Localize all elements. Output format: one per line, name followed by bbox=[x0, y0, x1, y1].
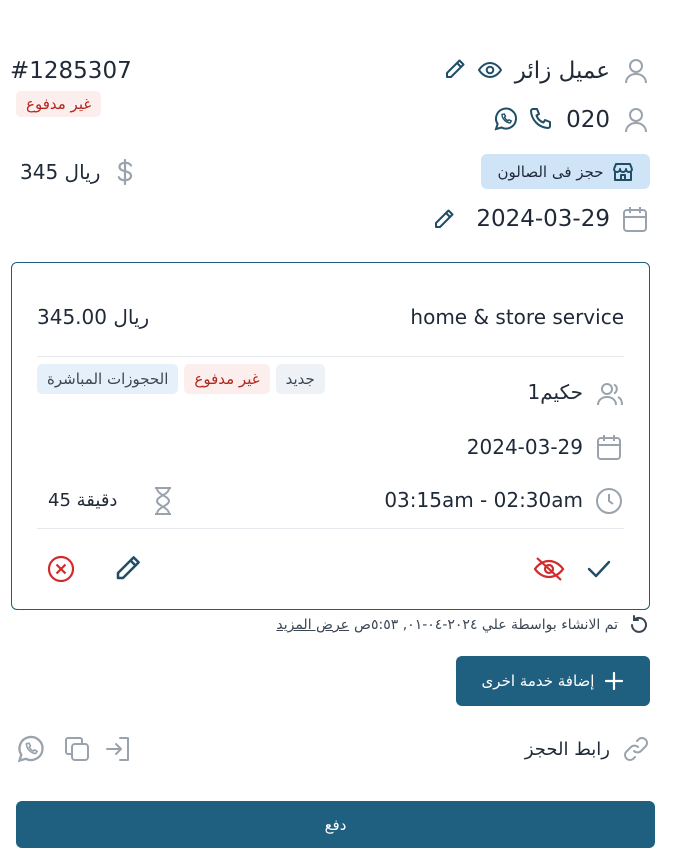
store-icon bbox=[612, 162, 634, 182]
customer-name: عميل زائر bbox=[514, 58, 610, 84]
show-more-link[interactable]: عرض المزيد bbox=[276, 617, 349, 633]
tag-unpaid: غير مدفوع bbox=[184, 364, 270, 394]
calendar-icon bbox=[622, 205, 648, 233]
phone-icon[interactable] bbox=[528, 107, 552, 131]
service-date: 2024-03-29 bbox=[466, 435, 583, 459]
hourglass-icon bbox=[152, 486, 174, 516]
card-divider bbox=[37, 356, 624, 357]
copy-icon[interactable] bbox=[63, 735, 91, 763]
cancel-service-icon[interactable] bbox=[47, 555, 75, 583]
edit-service-icon[interactable] bbox=[113, 553, 143, 583]
history-icon bbox=[628, 614, 650, 636]
created-info-row: تم الانشاء بواسطة علي ٢٠٢٤-٠٤-٠١, ٥:٥٣ص … bbox=[276, 614, 650, 636]
card-divider-bottom bbox=[37, 528, 624, 529]
clock-icon bbox=[595, 487, 623, 515]
payment-status-badge: غير مدفوع bbox=[16, 91, 102, 117]
booking-date: 2024-03-29 bbox=[476, 206, 610, 232]
service-calendar-icon bbox=[596, 433, 622, 461]
eye-off-icon[interactable] bbox=[533, 555, 565, 583]
staff-group-icon bbox=[596, 380, 624, 408]
pay-button-label: دفع bbox=[324, 815, 347, 834]
tag-direct-bookings: الحجوزات المباشرة bbox=[37, 364, 179, 394]
add-service-button[interactable]: إضافة خدمة اخرى bbox=[456, 656, 650, 706]
eye-icon[interactable] bbox=[478, 59, 502, 81]
location-badge: حجز فى الصالون bbox=[481, 154, 650, 189]
whatsapp-share-icon[interactable] bbox=[16, 734, 46, 764]
tag-new: جديد bbox=[275, 364, 325, 394]
total-price-row: 345 ريال bbox=[20, 158, 136, 186]
whatsapp-icon[interactable] bbox=[493, 106, 519, 132]
edit-date-icon[interactable] bbox=[432, 207, 456, 231]
add-service-label: إضافة خدمة اخرى bbox=[481, 672, 595, 690]
location-badge-label: حجز فى الصالون bbox=[497, 162, 604, 181]
created-info-text: تم الانشاء بواسطة علي ٢٠٢٤-٠٤-٠١, ٥:٥٣ص bbox=[354, 617, 618, 633]
plus-icon bbox=[604, 671, 624, 691]
service-time: 03:15am - 02:30am bbox=[384, 488, 583, 512]
check-icon[interactable] bbox=[586, 557, 612, 581]
open-link-icon[interactable] bbox=[104, 735, 132, 763]
service-name: home & store service bbox=[410, 305, 624, 329]
staff-name: حكيم1 bbox=[527, 380, 584, 404]
user-icon bbox=[623, 57, 649, 85]
booking-number: #1285307 bbox=[10, 58, 132, 84]
service-duration: 45 دقيقة bbox=[48, 490, 118, 511]
phone-number: 020 bbox=[566, 107, 610, 133]
service-card: home & store service 345.00 ريال حكيم1 ج… bbox=[11, 262, 650, 610]
user-phone-icon bbox=[623, 106, 649, 134]
link-icon bbox=[622, 735, 650, 763]
pay-button[interactable]: دفع bbox=[16, 801, 655, 848]
service-price: 345.00 ريال bbox=[37, 305, 150, 329]
service-tags: جديد غير مدفوع الحجوزات المباشرة bbox=[37, 364, 385, 394]
total-price: 345 ريال bbox=[20, 160, 101, 184]
edit-customer-icon[interactable] bbox=[443, 57, 467, 81]
booking-link-label: رابط الحجز bbox=[524, 739, 610, 760]
dollar-icon bbox=[114, 158, 136, 186]
